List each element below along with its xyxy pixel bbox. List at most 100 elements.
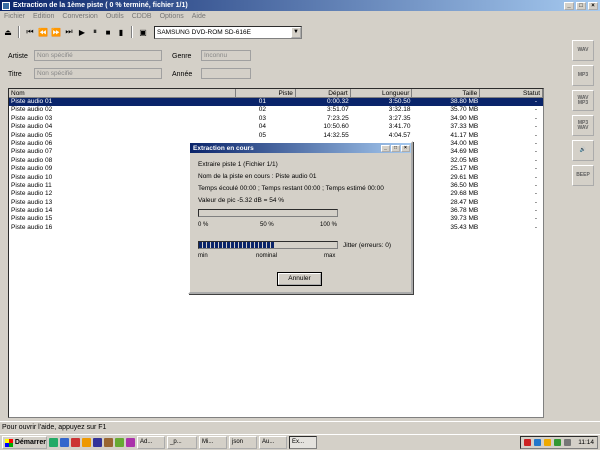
column-header-length[interactable]: Longueur xyxy=(351,89,413,97)
column-header-name[interactable]: Nom xyxy=(9,89,237,97)
cancel-button[interactable]: Annuler xyxy=(277,272,322,286)
menu-tools[interactable]: Outils xyxy=(106,13,124,20)
progress-scale-100: 100 % xyxy=(320,222,338,228)
jitter-bar xyxy=(198,241,338,249)
menu-cddb[interactable]: CDDB xyxy=(132,13,152,20)
quicklaunch-word-icon[interactable] xyxy=(93,438,102,447)
menu-help[interactable]: Aide xyxy=(192,13,206,20)
eject-icon[interactable]: ⏏ xyxy=(2,26,14,38)
progress-scale-50: 50 % xyxy=(260,222,274,228)
table-cell: 35.70 MB xyxy=(450,106,479,114)
maximize-button[interactable]: □ xyxy=(576,1,586,10)
quicklaunch-mail-icon[interactable] xyxy=(82,438,91,447)
dialog-track-name: Nom de la piste en cours : Piste audio 0… xyxy=(198,173,317,180)
convert-mp3-button[interactable]: MP3 xyxy=(572,65,594,86)
menu-conversion[interactable]: Conversion xyxy=(62,13,97,20)
jitter-label: Jitter (erreurs: 0) xyxy=(343,242,392,249)
year-label: Année xyxy=(172,71,193,78)
quicklaunch-player-icon[interactable] xyxy=(126,438,135,447)
column-header-size[interactable]: Taille xyxy=(412,89,481,97)
table-cell: Piste audio 03 xyxy=(11,114,53,122)
chevron-down-icon[interactable]: ▼ xyxy=(291,26,301,38)
column-header-track[interactable]: Piste xyxy=(236,89,296,97)
artist-label: Artiste xyxy=(8,53,28,60)
convert-wav-button[interactable]: WAV xyxy=(572,40,594,61)
tray-app-icon[interactable] xyxy=(554,439,562,446)
table-cell: 37.33 MB xyxy=(450,123,479,131)
menubar: Fichier Edition Conversion Outils CDDB O… xyxy=(0,11,600,21)
mp3-to-wav-button[interactable]: MP3 WAV xyxy=(572,115,594,136)
menu-file[interactable]: Fichier xyxy=(4,13,25,20)
quicklaunch-ie-icon[interactable] xyxy=(60,438,69,447)
table-cell: 25.17 MB xyxy=(450,165,479,173)
table-cell: 28.47 MB xyxy=(450,198,479,206)
table-row[interactable]: Piste audio 04 04 10:50.60 3:41.70 37.33 MB - xyxy=(9,123,543,131)
beep-button[interactable]: BEEP xyxy=(572,165,594,186)
table-cell: 14:32.55 xyxy=(323,131,349,139)
minimize-button[interactable]: _ xyxy=(564,1,574,10)
taskbar-item[interactable]: Mi... xyxy=(199,436,227,449)
year-field[interactable] xyxy=(201,68,251,79)
dialog-track-info: Extraire piste 1 (Fichier 1/1) xyxy=(198,161,278,168)
wav-to-mp3-button[interactable]: WAV MP3 xyxy=(572,90,594,111)
quicklaunch-desktop-icon[interactable] xyxy=(49,438,58,447)
fast-forward-icon[interactable]: ⏩ xyxy=(50,26,62,38)
table-cell: 41.17 MB xyxy=(450,131,479,139)
tray-network-icon[interactable] xyxy=(534,439,542,446)
record-icon[interactable]: ▮ xyxy=(115,26,127,38)
table-row[interactable]: Piste audio 05 05 14:32.55 4:04.57 41.17 MB - xyxy=(9,132,543,140)
title-field[interactable]: Non spécifié xyxy=(34,68,162,79)
stop-icon[interactable]: ■ xyxy=(102,26,114,38)
table-cell: - xyxy=(534,98,537,105)
skip-back-icon[interactable]: ⏮ xyxy=(24,26,36,38)
tray-warning-icon[interactable] xyxy=(544,439,552,446)
menu-options[interactable]: Options xyxy=(160,13,184,20)
dialog-time-info: Temps écoulé 00:00 ; Temps restant 00:00… xyxy=(198,185,384,192)
quicklaunch-folder-icon[interactable] xyxy=(104,438,113,447)
table-cell: - xyxy=(534,139,537,147)
start-button[interactable]: Démarrer xyxy=(2,436,47,449)
table-cell: - xyxy=(534,156,537,164)
dialog-minimize-button[interactable]: _ xyxy=(381,144,390,152)
column-header-status[interactable]: Statut xyxy=(480,89,543,97)
close-button[interactable]: × xyxy=(588,1,598,10)
speaker-icon[interactable]: 🔊 xyxy=(572,140,594,161)
tray-volume-icon[interactable] xyxy=(564,439,572,446)
extraction-dialog: Extraction en cours _ □ × Extraire piste… xyxy=(188,141,413,294)
quicklaunch-app-icon[interactable] xyxy=(115,438,124,447)
quicklaunch-media-icon[interactable] xyxy=(71,438,80,447)
artist-field[interactable]: Non spécifié xyxy=(34,50,162,61)
status-bar: Pour ouvrir l'aide, appuyez sur F1 xyxy=(0,421,600,433)
taskbar-item[interactable]: Ad... xyxy=(137,436,165,449)
taskbar-item-active[interactable]: Ex... xyxy=(289,436,317,449)
taskbar-item[interactable]: Au... xyxy=(259,436,287,449)
table-cell: 34.90 MB xyxy=(450,114,479,122)
table-row[interactable]: Piste audio 01 01 0:00.32 3:50.50 38.80 MB - xyxy=(9,98,543,107)
rewind-icon[interactable]: ⏪ xyxy=(37,26,49,38)
pause-icon[interactable]: ⏸ xyxy=(89,26,101,38)
tray-antivirus-icon[interactable] xyxy=(524,439,532,446)
genre-select[interactable]: Inconnu xyxy=(201,50,251,61)
table-cell: 3:32.18 xyxy=(388,106,411,114)
taskbar-item[interactable]: json xyxy=(229,436,257,449)
table-row[interactable]: Piste audio 03 03 7:23.25 3:27.35 34.90 MB - xyxy=(9,115,543,123)
taskbar: Démarrer Ad... _p... Mi... json Au... Ex… xyxy=(0,434,600,450)
drive-select[interactable]: SAMSUNG DVD-ROM SD-616E ▼ xyxy=(154,25,302,39)
taskbar-item[interactable]: _p... xyxy=(167,436,197,449)
windows-logo-icon xyxy=(5,438,13,447)
dialog-close-button[interactable]: × xyxy=(401,144,410,152)
dialog-maximize-button[interactable]: □ xyxy=(391,144,400,152)
disc-info-icon[interactable]: ▣ xyxy=(137,26,149,38)
column-header-start[interactable]: Départ xyxy=(296,89,351,97)
play-icon[interactable]: ▶ xyxy=(76,26,88,38)
table-cell: 04 xyxy=(258,123,266,131)
menu-edit[interactable]: Edition xyxy=(33,13,54,20)
skip-forward-icon[interactable]: ⏭ xyxy=(63,26,75,38)
table-cell: 39.73 MB xyxy=(450,215,479,223)
track-list-header: Nom Piste Départ Longueur Taille Statut xyxy=(9,89,543,98)
table-row[interactable]: Piste audio 02 02 3:51.07 3:32.18 35.70 MB - xyxy=(9,106,543,114)
table-cell: 0:00.32 xyxy=(327,98,349,105)
system-tray: 11:14 xyxy=(520,436,598,449)
genre-label: Genre xyxy=(172,53,192,60)
table-cell: - xyxy=(534,123,537,131)
